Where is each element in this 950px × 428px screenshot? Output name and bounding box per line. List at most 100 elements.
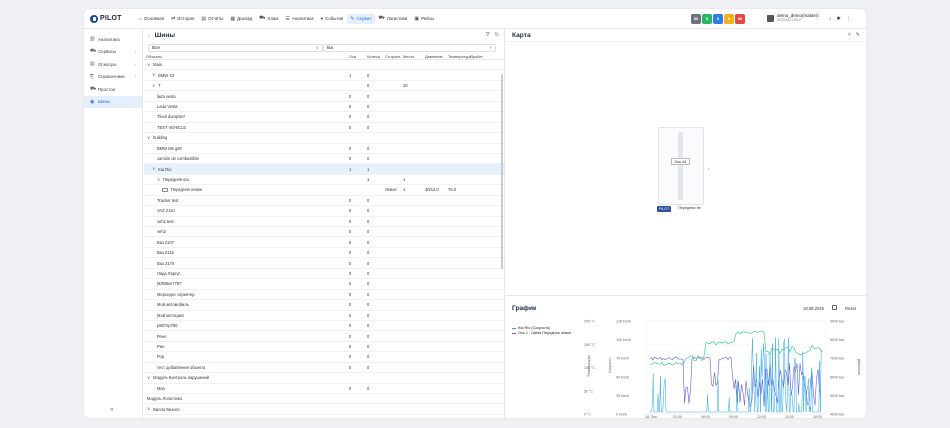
table-row[interactable]: ∨ Модуль Контроль нарушений bbox=[144, 373, 504, 384]
table-row[interactable]: Мой автомобиль 0 0 bbox=[144, 300, 504, 311]
table-row[interactable]: ∨ Kia Rio 1 1 bbox=[144, 164, 504, 175]
nav-item[interactable]: ⛟ Логистика bbox=[376, 13, 411, 24]
clear-icon[interactable]: × bbox=[489, 45, 492, 50]
nav-icon: ▦ bbox=[230, 15, 236, 22]
table-cell: 75.0 bbox=[448, 187, 456, 193]
sidebar-icon: ▥ bbox=[90, 36, 95, 43]
expand-chevron-icon[interactable]: ∨ bbox=[147, 406, 150, 412]
object-cell: BMW M5 g60 bbox=[144, 146, 349, 151]
table-row[interactable]: camión de combustible 0 0 bbox=[144, 154, 504, 165]
refresh-icon[interactable]: ↻ bbox=[495, 32, 499, 38]
table-row[interactable]: МЛ0Век7787 0 0 bbox=[144, 279, 504, 290]
user-menu[interactable]: demo_demo(master) 9025441195-P bbox=[767, 13, 819, 23]
nav-item[interactable]: ⌂ Основная bbox=[136, 14, 167, 24]
gear-icon[interactable]: ✱ bbox=[837, 16, 841, 22]
table-row[interactable]: veh1 test 0 0 bbox=[144, 217, 504, 227]
search-input[interactable]: kia × bbox=[323, 43, 496, 52]
table-row[interactable]: Tlexit dumpster 0 0 bbox=[144, 112, 504, 123]
table-row[interactable]: Tracker test 0 0 bbox=[144, 196, 504, 207]
nav-item[interactable]: ▦ Доклад bbox=[227, 14, 255, 24]
table-row[interactable]: VAZ 2110 0 0 bbox=[144, 206, 504, 217]
nav-item[interactable]: ▣ Рейсы bbox=[411, 14, 437, 24]
pencil-icon[interactable]: ✎ bbox=[856, 32, 860, 38]
column-header[interactable]: Колеса bbox=[367, 54, 385, 59]
table-row[interactable]: ∨ Вилла Бизнес bbox=[144, 404, 504, 415]
nav-item[interactable]: ♦ События bbox=[318, 14, 347, 24]
expand-chevron-icon[interactable]: ∨ bbox=[157, 177, 160, 183]
column-header[interactable]: Оси bbox=[349, 54, 367, 59]
table-row[interactable]: ∨ building bbox=[144, 133, 504, 144]
table-cell: 0 bbox=[367, 208, 370, 214]
nav-item[interactable]: ☰ Аналитика bbox=[282, 14, 316, 24]
column-header[interactable]: Температура bbox=[448, 54, 472, 59]
scrollbar[interactable] bbox=[501, 74, 503, 269]
object-cell: тест добавления объекта bbox=[144, 365, 349, 370]
table-row[interactable]: тест добавления объекта 0 0 bbox=[144, 363, 504, 374]
status-count-badge[interactable]: 8 bbox=[724, 14, 734, 24]
table-row[interactable]: ∨ Передняя ось 1 1 bbox=[144, 175, 504, 186]
sidebar-item[interactable]: ◉ Шины bbox=[84, 95, 142, 108]
column-header[interactable]: Место bbox=[403, 54, 425, 59]
collapse-sidebar-icon[interactable]: « bbox=[110, 407, 113, 413]
status-count-badge[interactable]: 88 bbox=[735, 14, 745, 24]
table-row[interactable]: TEST VEHICLE 0 0 bbox=[144, 123, 504, 134]
expand-chevron-icon[interactable]: ∨ bbox=[152, 72, 155, 78]
table-row[interactable]: ∨ BMW X3 1 0 bbox=[144, 70, 504, 81]
expand-chevron-icon[interactable]: ∨ bbox=[147, 135, 150, 141]
table-row[interactable]: Man 0 0 bbox=[144, 384, 504, 394]
column-header[interactable]: Пробег bbox=[470, 54, 492, 59]
bell-icon[interactable]: ♪ bbox=[829, 16, 832, 22]
table-row[interactable]: lada vesta 0 0 bbox=[144, 91, 504, 102]
logo[interactable]: PILOT bbox=[90, 14, 130, 23]
sidebar-item[interactable]: ⛟ Простои bbox=[84, 83, 142, 96]
sidebar-item[interactable]: ⎘ Справочники › bbox=[84, 71, 142, 84]
table-row[interactable]: Лада Ларгус 0 0 bbox=[144, 269, 504, 280]
sidebar-item[interactable]: ▥ Аналитика bbox=[84, 33, 142, 46]
reset-button[interactable]: Reset bbox=[845, 306, 856, 311]
nav-item[interactable]: ▤ Отчёты bbox=[198, 14, 226, 24]
axle-label[interactable]: Ось #1 bbox=[671, 158, 690, 165]
table-row[interactable]: Модуль Логистика bbox=[144, 394, 504, 405]
expand-chevron-icon[interactable]: ∨ bbox=[152, 83, 155, 89]
table-row[interactable]: р887пр790 0 0 bbox=[144, 321, 504, 332]
table-row[interactable]: veh2 0 0 bbox=[144, 227, 504, 238]
table-row[interactable]: Передняя левое Левое 1 40/12.0 75.0 bbox=[144, 185, 504, 196]
expand-chevron-icon[interactable]: ∨ bbox=[152, 166, 155, 172]
more-vert-icon[interactable]: ⋮ bbox=[846, 16, 851, 22]
table-row[interactable]: ∨ Main bbox=[144, 60, 504, 71]
table-row[interactable]: Ваз 2115 0 0 bbox=[144, 248, 504, 259]
group-filter-select[interactable]: Все ∨ bbox=[148, 43, 323, 52]
status-count-badge[interactable]: 8 bbox=[713, 14, 723, 24]
expand-chevron-icon[interactable]: ∨ bbox=[147, 62, 150, 68]
expand-chevron-icon[interactable]: ∨ bbox=[147, 375, 150, 381]
chevron-up-icon[interactable]: ˄ bbox=[848, 32, 851, 38]
nav-item[interactable]: ⛟ Хлам bbox=[256, 13, 281, 24]
tire-tag[interactable]: PILOT bbox=[657, 206, 672, 212]
table-row[interactable]: Мой мотоцикл 0 0 bbox=[144, 311, 504, 321]
status-count-badge[interactable]: 8 bbox=[702, 14, 712, 24]
pressure-tick-label: 4000 bar bbox=[830, 413, 845, 417]
column-header[interactable]: Сторона bbox=[385, 54, 403, 59]
column-header[interactable]: Объекты bbox=[144, 54, 349, 59]
table-cell: 0 bbox=[367, 312, 370, 318]
table-row[interactable]: Рор 0 0 bbox=[144, 352, 504, 363]
table-row[interactable]: Ваз 2107 0 0 bbox=[144, 237, 504, 248]
table-row[interactable]: ∨ T 0 10 bbox=[144, 81, 504, 92]
table-row[interactable]: Ваз 2170 0 0 bbox=[144, 258, 504, 269]
status-count-badge[interactable]: 88 bbox=[691, 14, 701, 24]
sidebar-item[interactable]: ⛟ Сервисы › bbox=[84, 46, 142, 59]
calendar-icon[interactable] bbox=[832, 305, 837, 310]
nav-item[interactable]: ⇄ История bbox=[168, 14, 197, 24]
table-row[interactable]: Lada Vesta 0 0 bbox=[144, 102, 504, 113]
nav-item[interactable]: ✎ Сервис bbox=[347, 13, 375, 24]
filter-icon[interactable]: ⛛ bbox=[486, 32, 490, 38]
table-row[interactable]: Рено 0 0 bbox=[144, 331, 504, 342]
back-icon[interactable]: ‹ bbox=[148, 33, 150, 39]
date-picker[interactable]: 18.09.2025 bbox=[803, 306, 824, 311]
sidebar-item[interactable]: ▤ Осмотры › bbox=[84, 58, 142, 71]
table-row[interactable]: Рио 0 0 bbox=[144, 342, 504, 353]
table-row[interactable]: Мерседес спринтер 0 0 bbox=[144, 290, 504, 301]
column-header[interactable]: Давление bbox=[425, 54, 448, 59]
top-navbar: PILOT ⌂ Основная ⇄ История ▤ Отчёты ▦ Доклад ⛟ Хл… bbox=[84, 9, 866, 29]
table-row[interactable]: BMW M5 g60 0 0 bbox=[144, 144, 504, 154]
